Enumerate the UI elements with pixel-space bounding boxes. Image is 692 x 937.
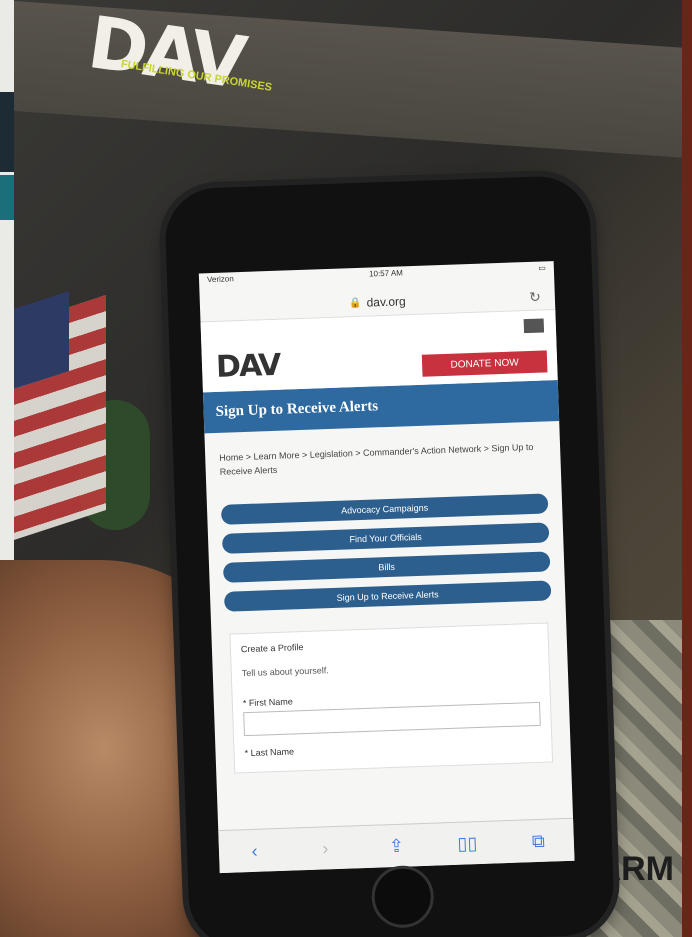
site-logo[interactable]: DAV (215, 348, 279, 385)
form-heading: Create a Profile (240, 642, 304, 655)
tabs-icon[interactable]: ⧉ (523, 830, 554, 852)
profile-form: Create a Profile Tell us about yourself.… (229, 622, 554, 774)
form-subheading: Tell us about yourself. (241, 665, 329, 679)
share-icon[interactable]: ⇪ (381, 835, 412, 857)
smartphone: Verizon 10:57 AM ▭ 🔒 dav.org ↻ DAV DONAT… (163, 174, 616, 937)
browser-toolbar: ‹ › ⇪ ▯▯ ⧉ (218, 817, 575, 874)
right-edge-strip (682, 0, 692, 937)
breadcrumb[interactable]: Home > Learn More > Legislation > Comman… (204, 421, 561, 505)
bills-button[interactable]: Bills (222, 551, 551, 583)
back-icon[interactable]: ‹ (239, 840, 270, 862)
sign-up-alerts-button[interactable]: Sign Up to Receive Alerts (223, 580, 552, 612)
home-button[interactable] (370, 864, 435, 929)
lock-icon: 🔒 (348, 297, 362, 309)
donate-button[interactable]: DONATE NOW (421, 350, 548, 377)
battery-icon: ▭ (538, 263, 546, 273)
left-edge-teal-bar (0, 175, 14, 220)
site-header: DAV DONATE NOW (200, 310, 558, 393)
menu-icon[interactable] (523, 318, 545, 334)
last-name-label: * Last Name (244, 746, 295, 759)
carrier: Verizon (206, 274, 234, 285)
forward-icon[interactable]: › (310, 837, 341, 859)
phone-screen: Verizon 10:57 AM ▭ 🔒 dav.org ↻ DAV DONAT… (198, 261, 575, 874)
reload-icon[interactable]: ↻ (529, 288, 541, 305)
bookmarks-icon[interactable]: ▯▯ (452, 832, 483, 854)
first-name-field[interactable] (243, 701, 541, 737)
left-edge-dark-bar (0, 92, 14, 172)
clock: 10:57 AM (368, 268, 404, 279)
find-officials-button[interactable]: Find Your Officials (221, 522, 550, 554)
url-text: dav.org (366, 294, 406, 310)
photo-background: DAV FULFILLING OUR PROMISES ARM Verizon … (0, 0, 692, 937)
